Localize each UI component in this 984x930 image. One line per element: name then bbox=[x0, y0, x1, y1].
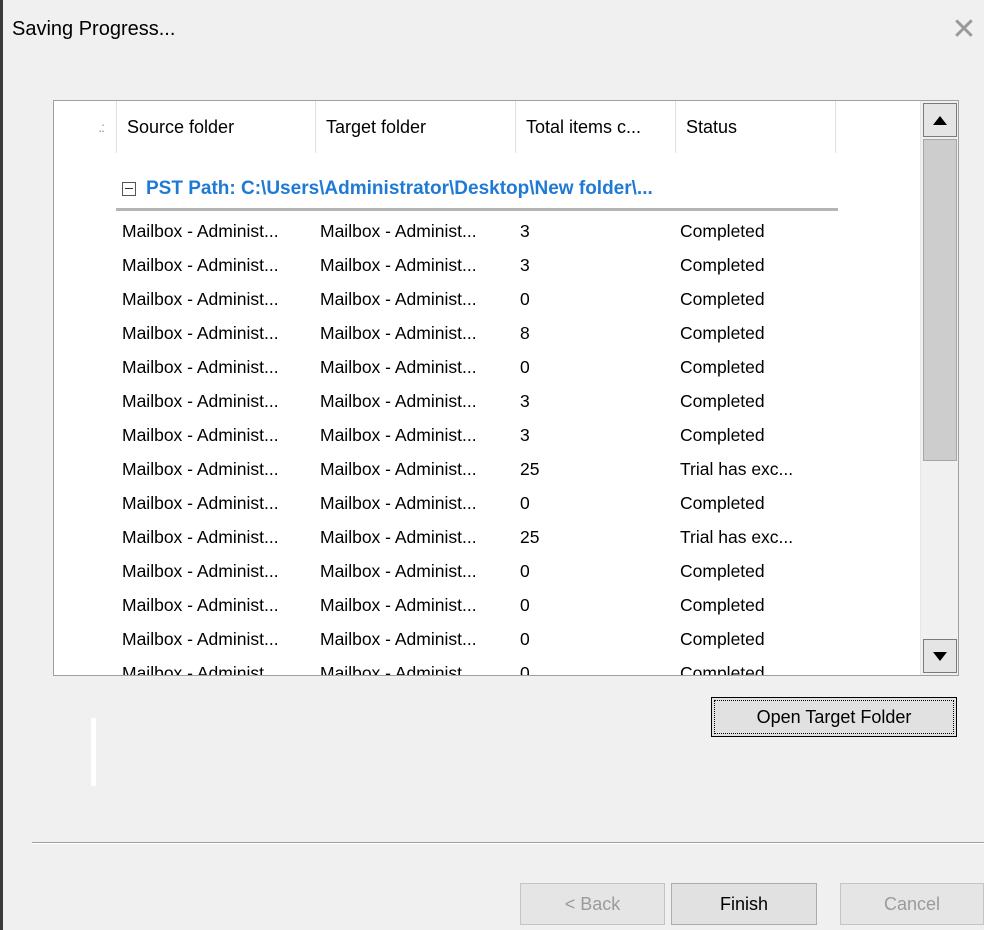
cell-status: Completed bbox=[680, 560, 765, 581]
cell-target-folder: Mailbox - Administ... bbox=[320, 356, 477, 377]
table-row[interactable]: Mailbox - Administ... Mailbox - Administ.… bbox=[54, 282, 920, 316]
cell-target-folder: Mailbox - Administ... bbox=[320, 492, 477, 513]
cell-source-folder: Mailbox - Administ... bbox=[122, 356, 279, 377]
cell-target-folder: Mailbox - Administ... bbox=[320, 220, 477, 241]
scroll-up-arrow-icon[interactable] bbox=[923, 103, 957, 137]
cell-total-items: 3 bbox=[520, 220, 530, 241]
open-target-folder-button[interactable]: Open Target Folder bbox=[711, 697, 957, 737]
cell-total-items: 3 bbox=[520, 390, 530, 411]
table-row[interactable]: Mailbox - Administ... Mailbox - Administ.… bbox=[54, 656, 920, 676]
close-icon[interactable]: ✕ bbox=[950, 15, 978, 45]
cell-source-folder: Mailbox - Administ... bbox=[122, 322, 279, 343]
cell-status: Completed bbox=[680, 288, 765, 309]
back-button[interactable]: < Back bbox=[520, 883, 665, 925]
cell-status: Completed bbox=[680, 322, 765, 343]
cell-target-folder: Mailbox - Administ... bbox=[320, 424, 477, 445]
cell-source-folder: Mailbox - Administ... bbox=[122, 526, 279, 547]
cell-source-folder: Mailbox - Administ... bbox=[122, 492, 279, 513]
cell-target-folder: Mailbox - Administ... bbox=[320, 628, 477, 649]
cell-target-folder: Mailbox - Administ... bbox=[320, 390, 477, 411]
cell-total-items: 0 bbox=[520, 356, 530, 377]
table-row[interactable]: Mailbox - Administ... Mailbox - Administ.… bbox=[54, 486, 920, 520]
cell-status: Completed bbox=[680, 662, 765, 676]
cell-status: Completed bbox=[680, 356, 765, 377]
column-header-total-items[interactable]: Total items c... bbox=[516, 101, 676, 153]
cell-source-folder: Mailbox - Administ... bbox=[122, 288, 279, 309]
table-row[interactable]: Mailbox - Administ... Mailbox - Administ.… bbox=[54, 384, 920, 418]
cell-target-folder: Mailbox - Administ... bbox=[320, 560, 477, 581]
table-row[interactable]: Mailbox - Administ... Mailbox - Administ.… bbox=[54, 554, 920, 588]
table-row[interactable]: Mailbox - Administ... Mailbox - Administ.… bbox=[54, 350, 920, 384]
cell-total-items: 0 bbox=[520, 492, 530, 513]
cell-total-items: 25 bbox=[520, 458, 540, 479]
cell-source-folder: Mailbox - Administ... bbox=[122, 424, 279, 445]
cell-status: Trial has exc... bbox=[680, 458, 794, 479]
cell-total-items: 0 bbox=[520, 560, 530, 581]
cell-source-folder: Mailbox - Administ... bbox=[122, 662, 279, 676]
cell-source-folder: Mailbox - Administ... bbox=[122, 390, 279, 411]
cell-target-folder: Mailbox - Administ... bbox=[320, 526, 477, 547]
table-row[interactable]: Mailbox - Administ... Mailbox - Administ.… bbox=[54, 520, 920, 554]
cell-status: Trial has exc... bbox=[680, 526, 794, 547]
cell-target-folder: Mailbox - Administ... bbox=[320, 662, 477, 676]
table-row[interactable]: Mailbox - Administ... Mailbox - Administ.… bbox=[54, 452, 920, 486]
scrollbar-thumb[interactable] bbox=[923, 139, 957, 461]
cell-total-items: 8 bbox=[520, 322, 530, 343]
cell-target-folder: Mailbox - Administ... bbox=[320, 458, 477, 479]
cell-target-folder: Mailbox - Administ... bbox=[320, 594, 477, 615]
cell-source-folder: Mailbox - Administ... bbox=[122, 220, 279, 241]
dialog-title: Saving Progress... bbox=[12, 18, 176, 40]
vertical-scrollbar[interactable] bbox=[920, 101, 958, 675]
cell-status: Completed bbox=[680, 492, 765, 513]
progress-grid[interactable]: .: Source folder Target folder Total ite… bbox=[53, 100, 959, 676]
cell-source-folder: Mailbox - Administ... bbox=[122, 458, 279, 479]
cell-total-items: 3 bbox=[520, 424, 530, 445]
column-chooser-grip-icon[interactable]: .: bbox=[54, 101, 117, 153]
window-left-border bbox=[0, 0, 3, 930]
scroll-down-arrow-icon[interactable] bbox=[923, 639, 957, 673]
cell-total-items: 0 bbox=[520, 594, 530, 615]
cell-source-folder: Mailbox - Administ... bbox=[122, 594, 279, 615]
grid-header: .: Source folder Target folder Total ite… bbox=[54, 101, 920, 153]
column-header-target-folder[interactable]: Target folder bbox=[316, 101, 516, 153]
collapse-icon[interactable] bbox=[122, 181, 136, 196]
group-row-pst-path[interactable]: PST Path: C:\Users\Administrator\Desktop… bbox=[116, 169, 838, 211]
table-row[interactable]: Mailbox - Administ... Mailbox - Administ.… bbox=[54, 248, 920, 282]
cell-status: Completed bbox=[680, 424, 765, 445]
cell-target-folder: Mailbox - Administ... bbox=[320, 254, 477, 275]
cancel-button[interactable]: Cancel bbox=[840, 883, 984, 925]
cell-total-items: 3 bbox=[520, 254, 530, 275]
table-row[interactable]: Mailbox - Administ... Mailbox - Administ.… bbox=[54, 588, 920, 622]
cell-source-folder: Mailbox - Administ... bbox=[122, 628, 279, 649]
column-header-source-folder[interactable]: Source folder bbox=[117, 101, 316, 153]
cell-total-items: 25 bbox=[520, 526, 540, 547]
progress-indicator bbox=[91, 718, 96, 786]
cell-status: Completed bbox=[680, 220, 765, 241]
separator-line bbox=[32, 842, 984, 844]
column-header-status[interactable]: Status bbox=[676, 101, 836, 153]
cell-source-folder: Mailbox - Administ... bbox=[122, 560, 279, 581]
cell-total-items: 0 bbox=[520, 628, 530, 649]
cell-status: Completed bbox=[680, 390, 765, 411]
cell-target-folder: Mailbox - Administ... bbox=[320, 288, 477, 309]
table-row[interactable]: Mailbox - Administ... Mailbox - Administ.… bbox=[54, 316, 920, 350]
cell-status: Completed bbox=[680, 628, 765, 649]
group-label: PST Path: C:\Users\Administrator\Desktop… bbox=[146, 177, 653, 199]
cell-total-items: 0 bbox=[520, 662, 530, 676]
cell-status: Completed bbox=[680, 594, 765, 615]
cell-target-folder: Mailbox - Administ... bbox=[320, 322, 477, 343]
cell-total-items: 0 bbox=[520, 288, 530, 309]
cell-status: Completed bbox=[680, 254, 765, 275]
table-row[interactable]: Mailbox - Administ... Mailbox - Administ.… bbox=[54, 622, 920, 656]
table-row[interactable]: Mailbox - Administ... Mailbox - Administ.… bbox=[54, 214, 920, 248]
grid-rows: Mailbox - Administ... Mailbox - Administ.… bbox=[54, 214, 920, 676]
table-row[interactable]: Mailbox - Administ... Mailbox - Administ.… bbox=[54, 418, 920, 452]
finish-button[interactable]: Finish bbox=[671, 883, 817, 925]
cell-source-folder: Mailbox - Administ... bbox=[122, 254, 279, 275]
